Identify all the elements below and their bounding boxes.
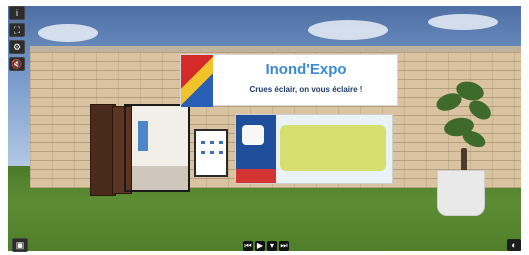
next-button[interactable]: ⏭ [279,241,289,251]
3d-viewer[interactable]: Inond'Expo Crues éclair, on vous éclaire… [8,6,521,251]
board-icon [219,151,223,154]
board-icon [210,141,214,144]
screenshot-icon[interactable]: ▣ [12,238,28,252]
chat-icon[interactable]: ◐ [507,239,521,251]
france-map-icon [242,125,264,145]
menu-button[interactable]: ▾ [267,241,277,251]
settings-button[interactable]: ⚙ [9,40,25,54]
expo-banner[interactable]: Inond'Expo Crues éclair, on vous éclaire… [180,54,398,107]
cloud [428,14,498,30]
plant-pot[interactable] [437,170,485,216]
leaf [460,127,488,151]
info-board[interactable] [194,129,228,177]
cloud [308,20,388,40]
fullscreen-button[interactable]: ⛶ [9,23,25,37]
board-icon [210,151,214,154]
media-controls: ⏮ ▶ ▾ ⏭ [243,241,289,253]
door-frame [124,104,190,192]
banner-stripe [181,55,213,107]
plant-foliage [428,74,498,174]
map-panel-sidebar [236,115,276,183]
previous-button[interactable]: ⏮ [243,241,253,251]
region-map [280,125,386,171]
board-icon [219,141,223,144]
mute-button[interactable]: 🔇 [9,57,25,71]
viewer-toolbar: i ⛶ ⚙ 🔇 [8,6,26,74]
map-panel[interactable] [235,114,393,184]
info-button[interactable]: i [9,6,25,20]
banner-title: Inond'Expo [265,61,347,78]
cloud [38,24,98,42]
board-icon [201,141,205,144]
board-icon [201,151,205,154]
play-button[interactable]: ▶ [255,241,265,251]
map-panel-footer [236,169,276,183]
banner-subtitle: Crues éclair, on vous éclaire ! [249,85,363,94]
